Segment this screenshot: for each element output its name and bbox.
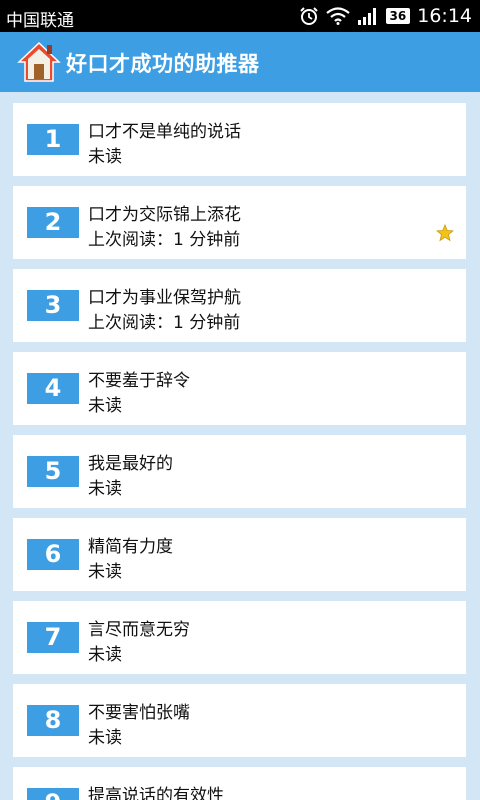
item-status: 未读	[88, 728, 122, 748]
list-item[interactable]: 8 不要害怕张嘴 未读	[13, 684, 466, 757]
list-item[interactable]: 6 精简有力度 未读	[13, 518, 466, 591]
list-item[interactable]: 1 口才不是单纯的说话 未读	[13, 103, 466, 176]
app-title: 好口才成功的助推器	[66, 52, 260, 76]
item-title: 不要羞于辞令	[88, 371, 190, 391]
item-number: 6	[27, 539, 79, 570]
item-status: 未读	[88, 396, 122, 416]
list-item[interactable]: 2 口才为交际锦上添花 上次阅读：1 分钟前	[13, 186, 466, 259]
item-status: 未读	[88, 645, 122, 665]
article-list[interactable]: 1 口才不是单纯的说话 未读 2 口才为交际锦上添花 上次阅读：1 分钟前 3 …	[0, 92, 480, 800]
status-bar: 中国联通 36 16:14	[0, 0, 480, 32]
list-item[interactable]: 3 口才为事业保驾护航 上次阅读：1 分钟前	[13, 269, 466, 342]
item-title: 口才不是单纯的说话	[88, 122, 241, 142]
item-status: 未读	[88, 479, 122, 499]
item-number: 3	[27, 290, 79, 321]
item-number: 8	[27, 705, 79, 736]
status-icons: 36 16:14	[299, 4, 472, 28]
item-number: 1	[27, 124, 79, 155]
item-number: 4	[27, 373, 79, 404]
item-status: 上次阅读：1 分钟前	[88, 313, 241, 333]
list-item[interactable]: 5 我是最好的 未读	[13, 435, 466, 508]
alarm-icon	[299, 6, 319, 26]
home-icon[interactable]	[17, 40, 61, 84]
item-title: 提高说话的有效性	[88, 786, 224, 800]
item-title: 言尽而意无穷	[88, 620, 190, 640]
network-badge: 36	[385, 8, 411, 24]
item-number: 2	[27, 207, 79, 238]
list-item[interactable]: 4 不要羞于辞令 未读	[13, 352, 466, 425]
item-title: 不要害怕张嘴	[88, 703, 190, 723]
list-item[interactable]: 9 提高说话的有效性	[13, 767, 466, 800]
item-title: 精简有力度	[88, 537, 173, 557]
item-status: 未读	[88, 562, 122, 582]
item-title: 我是最好的	[88, 454, 173, 474]
star-icon	[435, 223, 455, 242]
item-title: 口才为事业保驾护航	[88, 288, 241, 308]
title-bar: 好口才成功的助推器	[0, 32, 480, 92]
item-status: 未读	[88, 147, 122, 167]
wifi-icon	[325, 7, 350, 25]
item-number: 9	[27, 788, 79, 800]
item-number: 7	[27, 622, 79, 653]
item-number: 5	[27, 456, 79, 487]
carrier-name: 中国联通	[6, 11, 74, 31]
item-status: 上次阅读：1 分钟前	[88, 230, 241, 250]
clock: 16:14	[417, 5, 472, 27]
list-item[interactable]: 7 言尽而意无穷 未读	[13, 601, 466, 674]
item-title: 口才为交际锦上添花	[88, 205, 241, 225]
signal-icon	[357, 7, 379, 25]
